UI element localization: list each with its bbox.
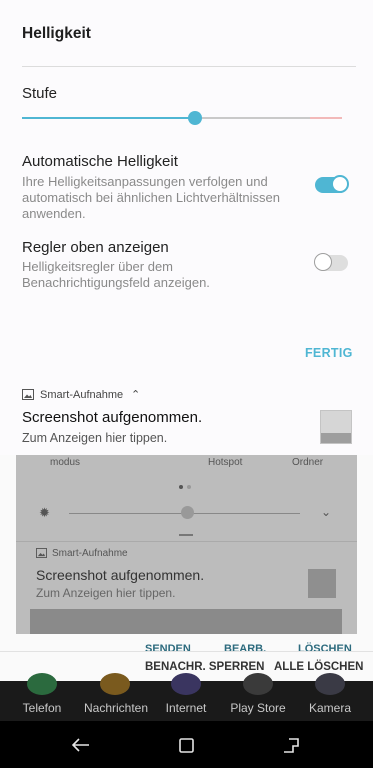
app-dock: Telefon Nachrichten Internet Play Store …: [0, 673, 373, 721]
dock-label: Nachrichten: [83, 701, 149, 715]
toggle-knob: [331, 175, 349, 193]
shade-notification-title: Screenshot aufgenommen.: [36, 567, 205, 583]
slider-thumb[interactable]: [188, 111, 202, 125]
image-icon: [22, 389, 34, 400]
dock-label: Internet: [165, 701, 207, 715]
shade-thumbnail: [308, 569, 336, 598]
dock-label: Kamera: [308, 701, 352, 715]
panel-title: Helligkeit: [22, 25, 91, 42]
dock-label: Play Store: [230, 701, 286, 715]
brightness-slider[interactable]: [22, 110, 342, 126]
brightness-icon: ✹: [39, 505, 50, 520]
block-notifications-button[interactable]: BENACHR. SPERREN: [145, 661, 265, 673]
navigation-bar: [0, 721, 373, 768]
dock-label: Telefon: [22, 701, 62, 715]
chevron-up-icon[interactable]: ⌃: [131, 388, 140, 401]
slider-empty-track: [195, 117, 310, 119]
shade-preview-image: [30, 609, 342, 634]
image-icon: [36, 548, 47, 558]
slider-filled-track: [22, 117, 195, 119]
toggle-knob: [314, 253, 332, 271]
quick-tile-label: Hotspot: [208, 457, 243, 468]
camera-app-icon[interactable]: [315, 673, 345, 695]
level-label: Stufe: [22, 85, 58, 102]
shade-notification-text: Zum Anzeigen hier tippen.: [36, 586, 176, 600]
play-store-app-icon[interactable]: [243, 673, 273, 695]
auto-brightness-toggle[interactable]: [315, 175, 349, 193]
back-icon[interactable]: [72, 738, 90, 752]
page-indicator: [179, 485, 183, 489]
recent-apps-icon[interactable]: [283, 738, 299, 753]
title-divider: [22, 66, 356, 67]
thumbnail-strip: [321, 433, 351, 443]
internet-app-icon[interactable]: [171, 673, 201, 695]
shade-slider-thumb: [181, 506, 194, 519]
page-indicator: [187, 485, 191, 489]
quick-tile-label: modus: [50, 457, 81, 468]
shade-preview: modus Hotspot Ordner ✹ ⌄ Smart-Aufnahme …: [16, 455, 357, 634]
clear-all-button[interactable]: ALLE LÖSCHEN: [274, 661, 363, 673]
home-icon[interactable]: [179, 738, 194, 753]
notification-app-name: Smart-Aufnahme: [40, 389, 124, 401]
handle-bar: [179, 534, 193, 536]
top-slider-label: Regler oben anzeigen: [22, 239, 169, 256]
notification-text: Zum Anzeigen hier tippen.: [22, 431, 168, 445]
slider-warning-track: [310, 117, 342, 119]
screenshot-notification[interactable]: Smart-Aufnahme ⌃ Screenshot aufgenommen.…: [0, 380, 373, 455]
quick-tile-label: Ordner: [292, 457, 324, 468]
notification-title: Screenshot aufgenommen.: [22, 409, 203, 426]
auto-brightness-description: Ihre Helligkeitsanpassungen verfolgen un…: [22, 174, 280, 221]
top-slider-toggle[interactable]: [314, 253, 348, 271]
auto-brightness-label: Automatische Helligkeit: [22, 153, 178, 170]
done-button[interactable]: FERTIG: [305, 346, 353, 360]
chevron-down-icon: ⌄: [321, 505, 332, 519]
brightness-panel: Helligkeit Stufe Automatische Helligkeit…: [0, 0, 373, 380]
phone-app-icon[interactable]: [27, 673, 57, 695]
shade-notification-app: Smart-Aufnahme: [52, 548, 128, 559]
shade-divider: [16, 541, 357, 542]
messages-app-icon[interactable]: [100, 673, 130, 695]
top-slider-description: Helligkeitsregler über dem Benachrichtig…: [22, 259, 210, 290]
screenshot-thumbnail[interactable]: [320, 410, 352, 444]
